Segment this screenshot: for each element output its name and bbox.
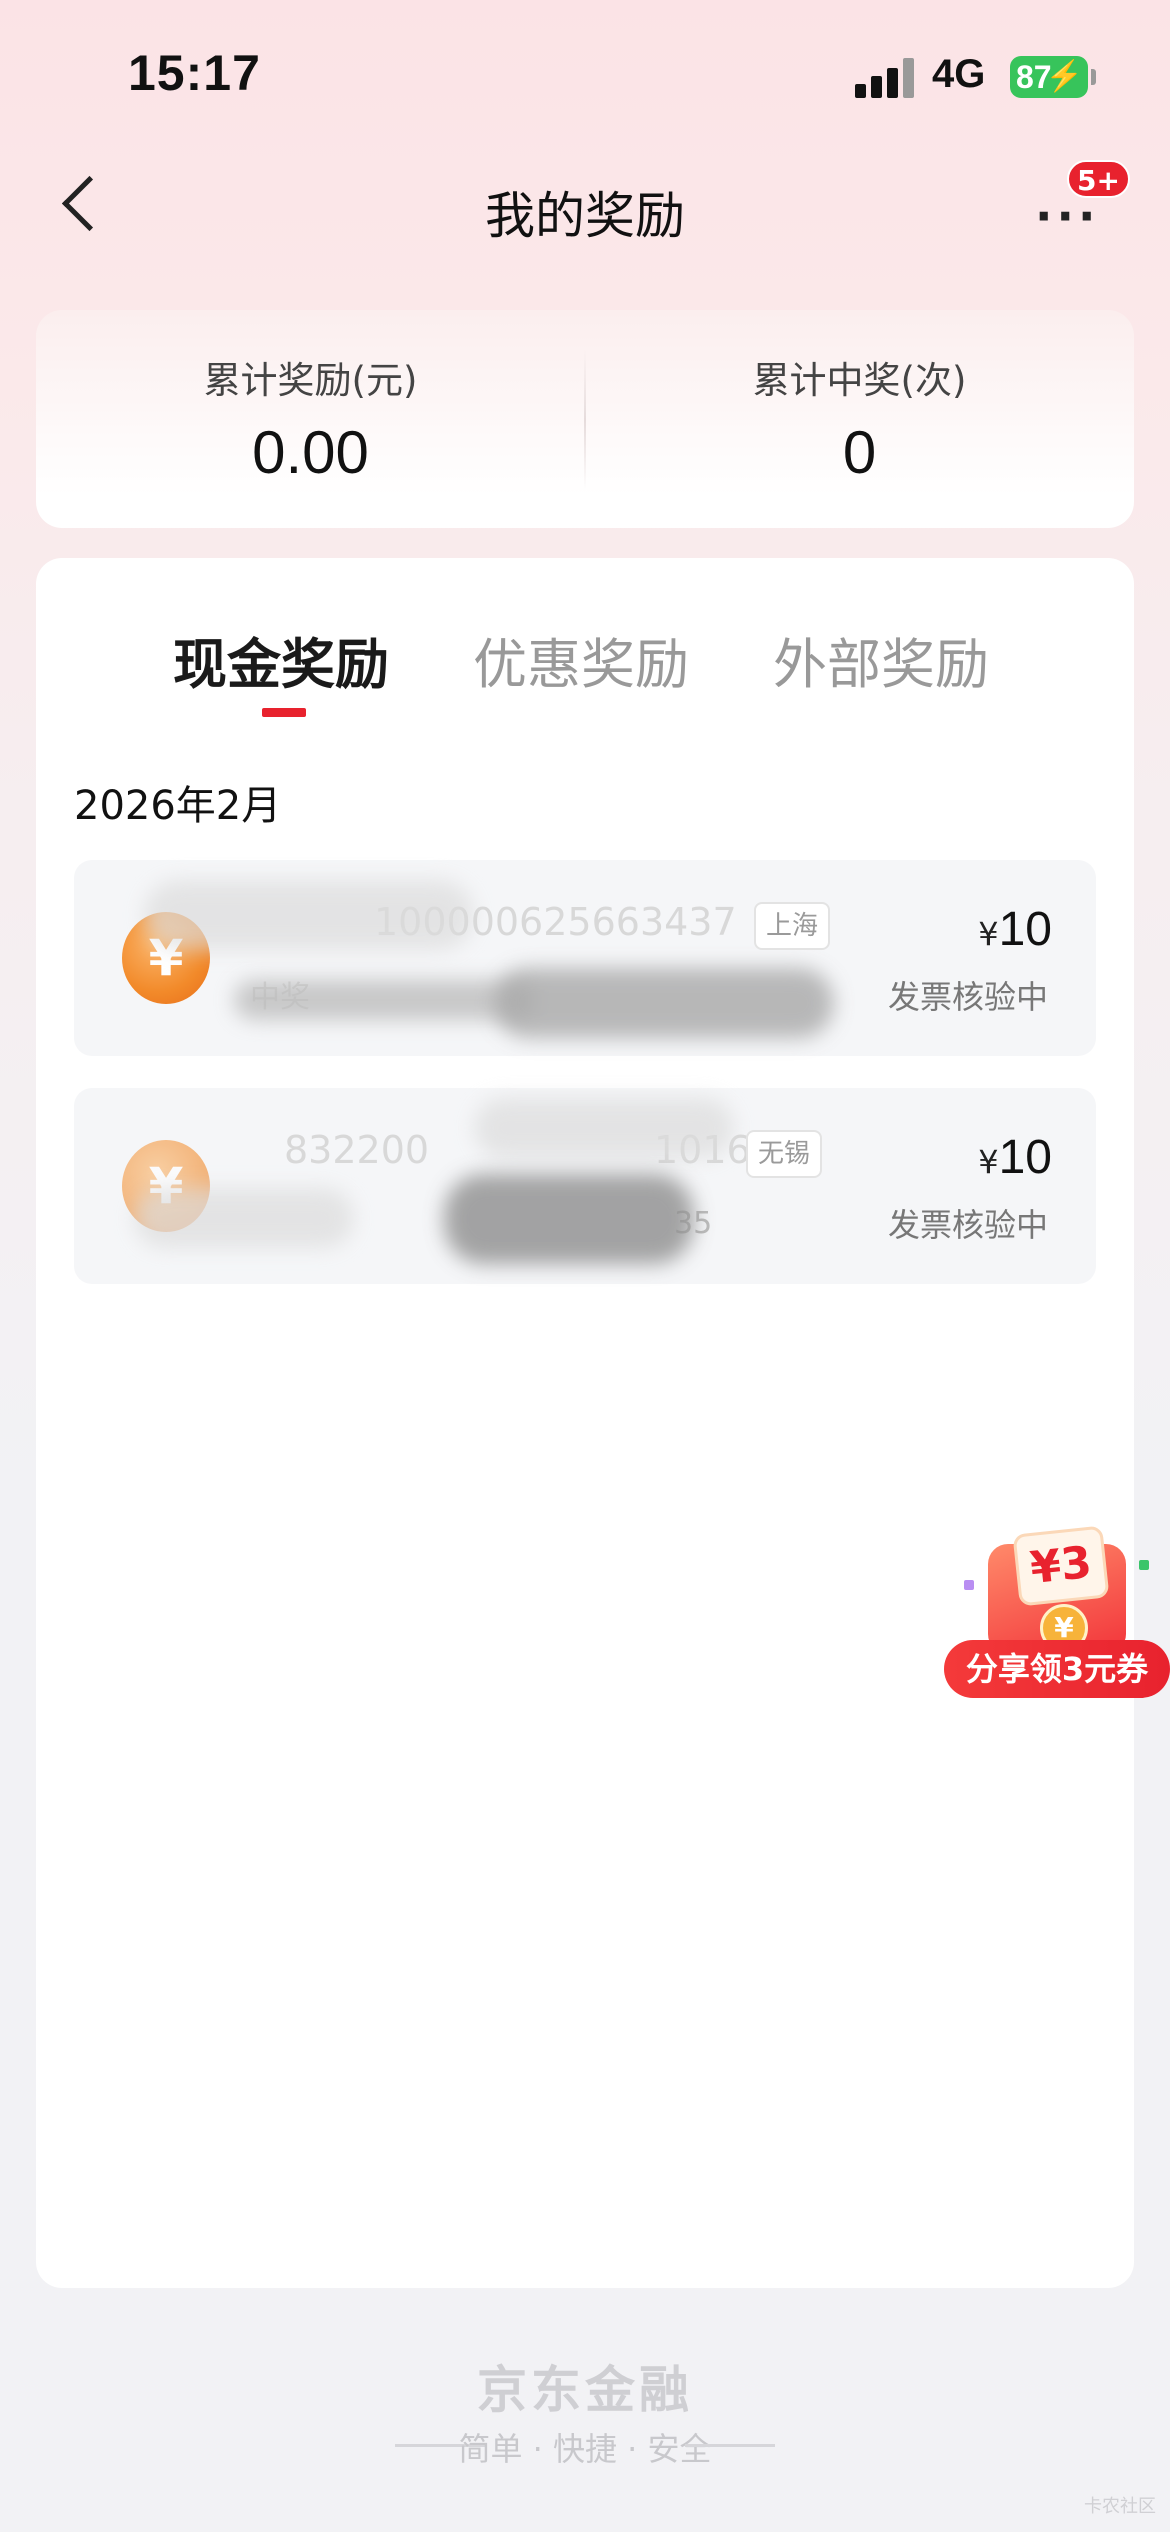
cellular-signal-icon <box>855 58 917 98</box>
footer-slogan: 简单 · 快捷 · 安全 <box>458 2430 712 2468</box>
city-tag: 无锡 <box>746 1130 823 1178</box>
confetti <box>1139 1560 1149 1570</box>
redaction-blur <box>234 980 534 1020</box>
redaction-blur <box>494 968 834 1038</box>
network-type: 4G <box>932 52 986 96</box>
reward-amount: ¥10 <box>978 902 1052 957</box>
total-wins-summary: 累计中奖(次) 0 <box>585 350 1134 487</box>
summary-card: 累计奖励(元) 0.00 累计中奖(次) 0 <box>36 310 1134 528</box>
currency-symbol: ¥ <box>978 1143 999 1181</box>
coupon-icon: ¥3 <box>1012 1525 1110 1607</box>
footer-divider-right <box>685 2444 775 2447</box>
reward-record[interactable]: ¥ 100000625663437 中奖 上海 ¥10 发票核验中 <box>74 860 1096 1056</box>
month-header: 2026年2月 <box>74 783 282 829</box>
share-coupon-float[interactable]: ¥3 ¥ 分享领3元券 <box>944 1525 1170 1700</box>
status-bar: 15:17 4G 87 ⚡ <box>0 0 1170 150</box>
watermark: 卡农社区 <box>1084 2496 1156 2517</box>
battery-tip <box>1091 69 1096 85</box>
share-coupon-label[interactable]: 分享领3元券 <box>944 1640 1170 1698</box>
reward-record[interactable]: ¥ 832200 1016 35 无锡 ¥10 发票核验中 <box>74 1088 1096 1284</box>
redaction-blur <box>144 880 474 950</box>
footer-brand: 京东金融 <box>477 2361 693 2419</box>
currency-symbol: ¥ <box>978 915 999 953</box>
total-wins-value: 0 <box>842 419 877 486</box>
status-time: 15:17 <box>128 45 261 101</box>
redaction-blur <box>444 1174 694 1264</box>
total-reward-label: 累计奖励(元) <box>203 359 418 402</box>
amount-value: 10 <box>998 1131 1052 1184</box>
redaction-blur <box>134 1188 354 1248</box>
reward-amount: ¥10 <box>978 1130 1052 1185</box>
message-badge: 5+ <box>1067 160 1130 198</box>
rewards-list-card: 现金奖励 优惠奖励 外部奖励 2026年2月 ¥ 100000625663437… <box>36 558 1134 2288</box>
battery-icon: 87 ⚡ <box>1010 56 1088 98</box>
total-reward-summary: 累计奖励(元) 0.00 <box>36 350 585 487</box>
charging-icon: ⚡ <box>1045 60 1083 93</box>
amount-value: 10 <box>998 903 1052 956</box>
redaction-blur <box>474 1098 734 1158</box>
total-reward-value: 0.00 <box>252 419 369 486</box>
active-tab-indicator <box>262 708 306 717</box>
tab-discount-reward[interactable]: 优惠奖励 <box>473 620 689 699</box>
tab-external-reward[interactable]: 外部奖励 <box>773 620 989 699</box>
city-tag: 上海 <box>754 902 831 950</box>
page-title: 我的奖励 <box>485 187 685 245</box>
record-status: 发票核验中 <box>887 1206 1048 1244</box>
confetti <box>964 1580 974 1590</box>
navigation-bar: 我的奖励 ··· 5+ <box>0 150 1170 270</box>
tab-cash-reward[interactable]: 现金奖励 <box>173 620 389 699</box>
total-wins-label: 累计中奖(次) <box>752 359 967 402</box>
more-dots-icon: ··· <box>1035 189 1100 243</box>
record-status: 发票核验中 <box>887 978 1048 1016</box>
record-order-id: 832200 <box>284 1128 430 1172</box>
